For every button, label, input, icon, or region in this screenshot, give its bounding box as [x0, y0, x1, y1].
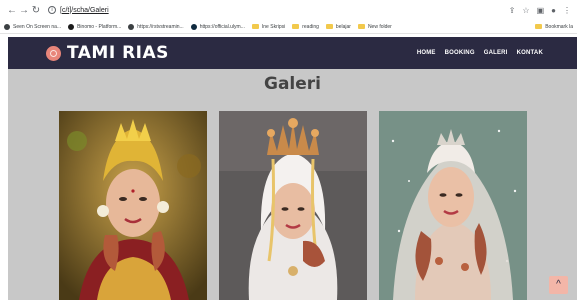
bride-photo-lace-veil[interactable]	[379, 111, 527, 300]
chevron-up-icon: ^	[556, 279, 561, 290]
site-header: TAMI RIAS HOME BOOKING GALERI KONTAK	[8, 37, 577, 69]
bookmarks-bar: Seen On Screen na... Binomo - Platform...…	[0, 20, 577, 34]
share-icon[interactable]: ⇪	[509, 6, 516, 15]
logo-text[interactable]: TAMI RIAS	[67, 43, 169, 63]
folder-icon	[292, 24, 300, 29]
bookmark-label: Seen On Screen na...	[13, 23, 62, 30]
favicon-icon	[190, 23, 197, 30]
bookmark-item[interactable]: https://official.ulym...	[190, 23, 245, 30]
nav-kontak[interactable]: KONTAK	[517, 50, 543, 56]
bookmark-label: reading	[302, 23, 319, 30]
page-title: Galeri	[264, 74, 321, 94]
sidebar-icon[interactable]: ▣	[537, 6, 545, 15]
favicon-icon	[68, 23, 75, 30]
main-nav: HOME BOOKING GALERI KONTAK	[417, 50, 543, 56]
bookmark-item[interactable]: Binomo - Platform...	[68, 23, 122, 30]
reload-icon[interactable]: ↻	[30, 5, 42, 16]
logo-icon[interactable]	[46, 45, 61, 61]
folder-icon	[357, 24, 365, 29]
address-bar[interactable]: i [c/t]/scha/Galeri	[48, 6, 109, 14]
menu-icon[interactable]: ⋮	[563, 6, 571, 15]
folder-icon	[325, 24, 333, 29]
browser-toolbar: ← → ↻ i [c/t]/scha/Galeri ⇪ ☆ ▣ ● ⋮	[0, 0, 577, 20]
folder-icon	[251, 24, 259, 29]
bookmark-label: New folder	[367, 23, 392, 30]
bookmark-item[interactable]: reading	[292, 24, 319, 30]
bookmark-label: https://rstvstreamin...	[137, 23, 184, 30]
back-arrow-icon[interactable]: ←	[6, 5, 18, 16]
bookmark-item[interactable]: Seen On Screen na...	[4, 23, 62, 30]
bookmark-item[interactable]: New folder	[357, 23, 392, 30]
bookmark-label: belajar	[335, 23, 351, 30]
nav-booking[interactable]: BOOKING	[445, 50, 475, 56]
bookmark-item[interactable]: belajar	[325, 23, 351, 30]
gallery-section: Galeri	[8, 69, 577, 300]
favicon-icon	[128, 23, 135, 30]
bookmark-label: Ine Skripsi	[261, 23, 286, 30]
all-bookmarks-label: Bookmark la	[545, 23, 573, 30]
bride-photo-gold-crown[interactable]	[59, 111, 207, 300]
bookmark-item[interactable]: Ine Skripsi	[251, 23, 286, 30]
profile-icon[interactable]: ●	[551, 6, 556, 15]
bookmark-item[interactable]: https://rstvstreamin...	[128, 23, 184, 30]
all-bookmarks-link[interactable]: Bookmark la	[535, 24, 573, 30]
address-text: [c/t]/scha/Galeri	[60, 6, 109, 14]
bookmark-label: https://official.ulym...	[199, 23, 245, 30]
bookmark-label: Binomo - Platform...	[77, 23, 122, 30]
nav-galeri[interactable]: GALERI	[484, 50, 508, 56]
folder-icon	[535, 24, 543, 29]
favicon-icon	[4, 23, 10, 30]
star-icon[interactable]: ☆	[522, 6, 529, 15]
bride-photo-white-hijab[interactable]	[219, 111, 367, 300]
scroll-to-top-button[interactable]: ^	[549, 276, 568, 294]
site-info-icon[interactable]: i	[48, 6, 56, 14]
forward-arrow-icon[interactable]: →	[18, 5, 30, 16]
toolbar-actions: ⇪ ☆ ▣ ● ⋮	[509, 6, 571, 15]
nav-home[interactable]: HOME	[417, 50, 436, 56]
